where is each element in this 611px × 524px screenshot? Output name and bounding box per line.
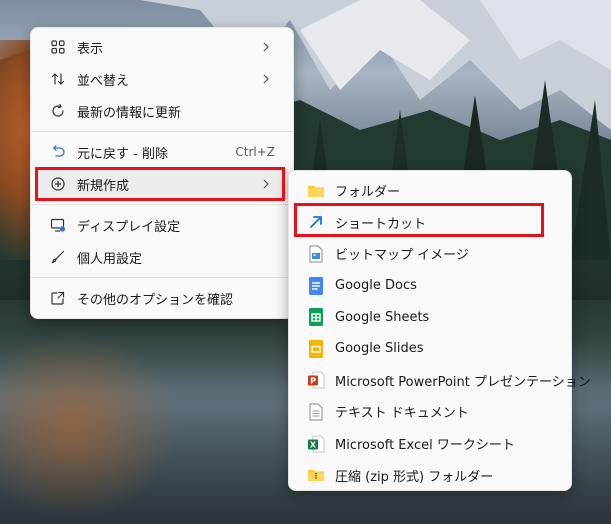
sort-icon <box>49 70 67 88</box>
menu-item-label: ショートカット <box>335 216 427 232</box>
submenu-item-bitmap[interactable]: ビットマップ イメージ <box>293 238 567 270</box>
menu-item-label: Microsoft PowerPoint プレゼンテーション <box>335 374 591 390</box>
grid-view-icon <box>49 38 67 56</box>
svg-text:X: X <box>310 440 317 449</box>
submenu-item-shortcut[interactable]: ショートカット <box>293 207 567 239</box>
menu-item-label: 個人用設定 <box>77 251 143 267</box>
zip-folder-icon <box>307 466 325 484</box>
submenu-item-google-slides[interactable]: Google Slides <box>293 333 567 365</box>
submenu-item-powerpoint[interactable]: P Microsoft PowerPoint プレゼンテーション <box>293 365 591 397</box>
menu-item-label: ディスプレイ設定 <box>77 219 181 235</box>
menu-item-label: テキスト ドキュメント <box>335 406 469 422</box>
menu-item-personalize[interactable]: 個人用設定 <box>35 241 289 273</box>
submenu-item-zip-folder[interactable]: 圧縮 (zip 形式) フォルダー <box>293 459 567 491</box>
text-document-icon <box>307 403 325 421</box>
menu-item-label: 元に戻す - 削除 <box>77 146 168 162</box>
folder-icon <box>307 182 325 200</box>
menu-item-sort[interactable]: 並べ替え <box>35 63 289 95</box>
menu-item-label: Google Sheets <box>335 309 430 325</box>
menu-item-refresh[interactable]: 最新の情報に更新 <box>35 95 289 127</box>
menu-item-label: 表示 <box>77 41 104 57</box>
menu-item-label: 圧縮 (zip 形式) フォルダー <box>335 469 494 485</box>
plus-circle-icon <box>49 175 67 193</box>
excel-icon: X <box>307 435 325 453</box>
menu-item-show-more-options[interactable]: その他のオプションを確認 <box>35 282 289 314</box>
chevron-right-icon <box>263 74 269 84</box>
submenu-item-excel[interactable]: X Microsoft Excel ワークシート <box>293 428 567 460</box>
menu-item-label: 並べ替え <box>77 73 130 89</box>
google-docs-icon <box>307 276 325 295</box>
menu-item-label: Google Slides <box>335 341 424 357</box>
menu-item-new[interactable]: 新規作成 <box>35 168 289 200</box>
google-slides-icon <box>307 339 325 358</box>
menu-separator <box>31 277 293 278</box>
submenu-item-text-document[interactable]: テキスト ドキュメント <box>293 396 567 428</box>
bitmap-image-icon <box>307 245 325 263</box>
desktop-context-menu: 表示 並べ替え 最新の情報に更新 元に戻す - 削除 Ctrl+Z 新規作成 デ… <box>30 27 294 319</box>
autumn-reflection <box>0 330 180 520</box>
shortcut-arrow-icon <box>307 213 325 231</box>
menu-item-view[interactable]: 表示 <box>35 31 289 63</box>
display-settings-icon <box>49 216 67 234</box>
chevron-right-icon <box>263 179 269 189</box>
menu-item-label: 新規作成 <box>77 178 130 194</box>
menu-separator <box>31 131 293 132</box>
menu-item-label: 最新の情報に更新 <box>77 105 182 121</box>
chevron-right-icon <box>263 42 269 52</box>
menu-item-display-settings[interactable]: ディスプレイ設定 <box>35 209 289 241</box>
menu-item-label: フォルダー <box>335 185 401 201</box>
undo-icon <box>49 143 67 161</box>
show-more-options-icon <box>49 289 67 307</box>
menu-item-undo-delete[interactable]: 元に戻す - 削除 Ctrl+Z <box>35 136 289 168</box>
svg-text:P: P <box>310 377 316 386</box>
menu-separator <box>31 204 293 205</box>
menu-item-label: ビットマップ イメージ <box>335 248 469 264</box>
google-sheets-icon <box>307 308 325 327</box>
menu-item-label: その他のオプションを確認 <box>77 292 234 308</box>
submenu-item-google-docs[interactable]: Google Docs <box>293 270 567 302</box>
menu-item-label: Google Docs <box>335 278 417 294</box>
submenu-item-google-sheets[interactable]: Google Sheets <box>293 301 567 333</box>
brush-icon <box>49 248 67 266</box>
powerpoint-icon: P <box>307 371 325 389</box>
shortcut-text: Ctrl+Z <box>235 145 275 159</box>
new-submenu: フォルダー ショートカット ビットマップ イメージ Google Docs Go… <box>288 170 591 491</box>
submenu-item-folder[interactable]: フォルダー <box>293 175 567 207</box>
refresh-icon <box>49 102 67 120</box>
menu-item-label: Microsoft Excel ワークシート <box>335 438 515 454</box>
